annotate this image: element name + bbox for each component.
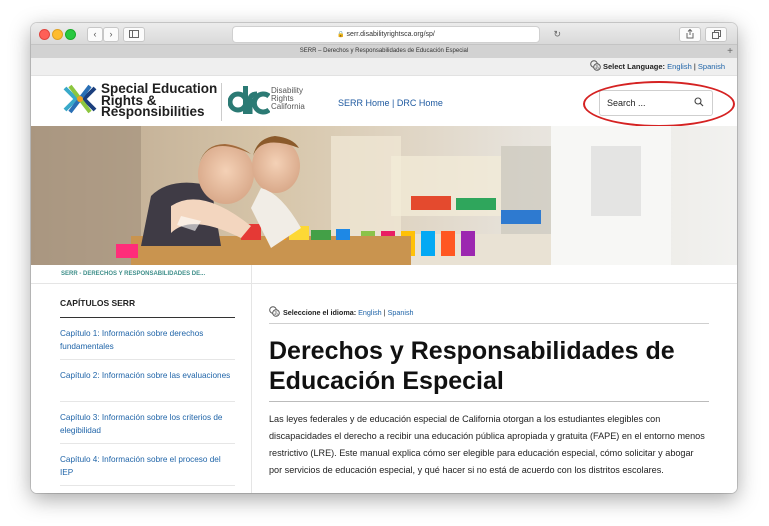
sidebar-item-chapter-3[interactable]: Capítulo 3: Información sobre los criter… bbox=[60, 402, 235, 444]
language-bar: あ Select Language: English | Spanish bbox=[31, 58, 737, 76]
translate-icon: あ bbox=[590, 60, 601, 71]
idioma-separator: | bbox=[383, 308, 386, 317]
highlight-annotation-oval bbox=[583, 81, 735, 127]
chapters-sidebar: CAPÍTULOS SERR Capítulo 1: Información s… bbox=[60, 298, 235, 486]
close-window-button[interactable] bbox=[39, 29, 50, 40]
drc-logo-icon[interactable] bbox=[228, 86, 270, 116]
tab-bar: SERR – Derechos y Responsabilidades de E… bbox=[31, 45, 737, 59]
column-separator bbox=[251, 283, 252, 493]
new-tab-icon[interactable]: + bbox=[727, 45, 733, 58]
zoom-window-button[interactable] bbox=[65, 29, 76, 40]
browser-toolbar: ‹ › 🔒 serr.disabilityrightsca.org/sp/ ↻ bbox=[31, 23, 737, 45]
serr-logo-icon[interactable] bbox=[62, 84, 98, 118]
minimize-window-button[interactable] bbox=[52, 29, 63, 40]
share-button[interactable] bbox=[679, 27, 701, 42]
seleccione-idioma-label: Seleccione el idioma: bbox=[283, 308, 357, 317]
language-spanish-link[interactable]: Spanish bbox=[698, 62, 725, 71]
select-language-label: Select Language: bbox=[602, 62, 666, 71]
nav-separator: | bbox=[392, 98, 395, 108]
sidebar-item-chapter-1[interactable]: Capítulo 1: Información sobre derechos f… bbox=[60, 318, 235, 360]
main-content: あ Seleccione el idioma: English | Spanis… bbox=[269, 306, 709, 479]
reload-icon[interactable]: ↻ bbox=[553, 27, 561, 42]
children-playing-photo bbox=[31, 126, 737, 265]
chevron-right-icon: › bbox=[109, 29, 113, 39]
logo-line-3: Responsibilities bbox=[101, 104, 205, 119]
sidebar-title: CAPÍTULOS SERR bbox=[60, 298, 235, 318]
content-language-selector: あ Seleccione el idioma: English | Spanis… bbox=[269, 306, 709, 324]
url-text: serr.disabilityrightsca.org/sp/ bbox=[346, 31, 435, 38]
translate-icon: あ bbox=[269, 306, 280, 317]
breadcrumb-divider bbox=[251, 265, 252, 283]
sidebar-toggle-button[interactable] bbox=[123, 27, 145, 42]
language-separator: | bbox=[693, 62, 696, 71]
address-bar[interactable]: 🔒 serr.disabilityrightsca.org/sp/ ↻ bbox=[232, 26, 561, 43]
drc-logo-text: Disability Rights California bbox=[271, 87, 305, 111]
site-header: Special Education Rights & Responsibilit… bbox=[31, 76, 737, 127]
hero-banner-image bbox=[31, 126, 737, 265]
sidebar-item-chapter-2[interactable]: Capítulo 2: Información sobre las evalua… bbox=[60, 360, 235, 402]
chevron-left-icon: ‹ bbox=[93, 29, 97, 39]
breadcrumb: SERR - DERECHOS Y RESPONSABILIDADES DE..… bbox=[31, 265, 737, 284]
tabs-icon bbox=[711, 30, 721, 39]
lock-icon: 🔒 bbox=[337, 32, 345, 38]
header-nav: SERR Home | DRC Home bbox=[338, 98, 443, 108]
serr-logo-text[interactable]: Special Education Rights & Responsibilit… bbox=[101, 82, 217, 119]
forward-button[interactable]: › bbox=[103, 27, 119, 42]
page-title: Derechos y Responsabilidades de Educació… bbox=[269, 336, 709, 402]
idioma-english-link[interactable]: English bbox=[358, 308, 382, 317]
back-button[interactable]: ‹ bbox=[87, 27, 103, 42]
tabs-overview-button[interactable] bbox=[705, 27, 727, 42]
drc-home-link[interactable]: DRC Home bbox=[397, 98, 443, 108]
language-english-link[interactable]: English bbox=[667, 62, 692, 71]
share-icon bbox=[686, 28, 694, 39]
drc-line-3: California bbox=[271, 102, 305, 111]
browser-window: ‹ › 🔒 serr.disabilityrightsca.org/sp/ ↻ … bbox=[31, 23, 737, 493]
serr-home-link[interactable]: SERR Home bbox=[338, 98, 390, 108]
web-page: あ Select Language: English | Spanish Spe… bbox=[31, 58, 737, 493]
tab-title[interactable]: SERR – Derechos y Responsabilidades de E… bbox=[300, 48, 468, 54]
header-divider bbox=[221, 83, 222, 121]
sidebar-item-chapter-4[interactable]: Capítulo 4: Información sobre el proceso… bbox=[60, 444, 235, 486]
idioma-spanish-link[interactable]: Spanish bbox=[388, 308, 414, 317]
breadcrumb-link[interactable]: SERR - DERECHOS Y RESPONSABILIDADES DE..… bbox=[61, 265, 205, 283]
sidebar-icon bbox=[129, 30, 139, 38]
intro-paragraph: Las leyes federales y de educación espec… bbox=[269, 414, 705, 475]
